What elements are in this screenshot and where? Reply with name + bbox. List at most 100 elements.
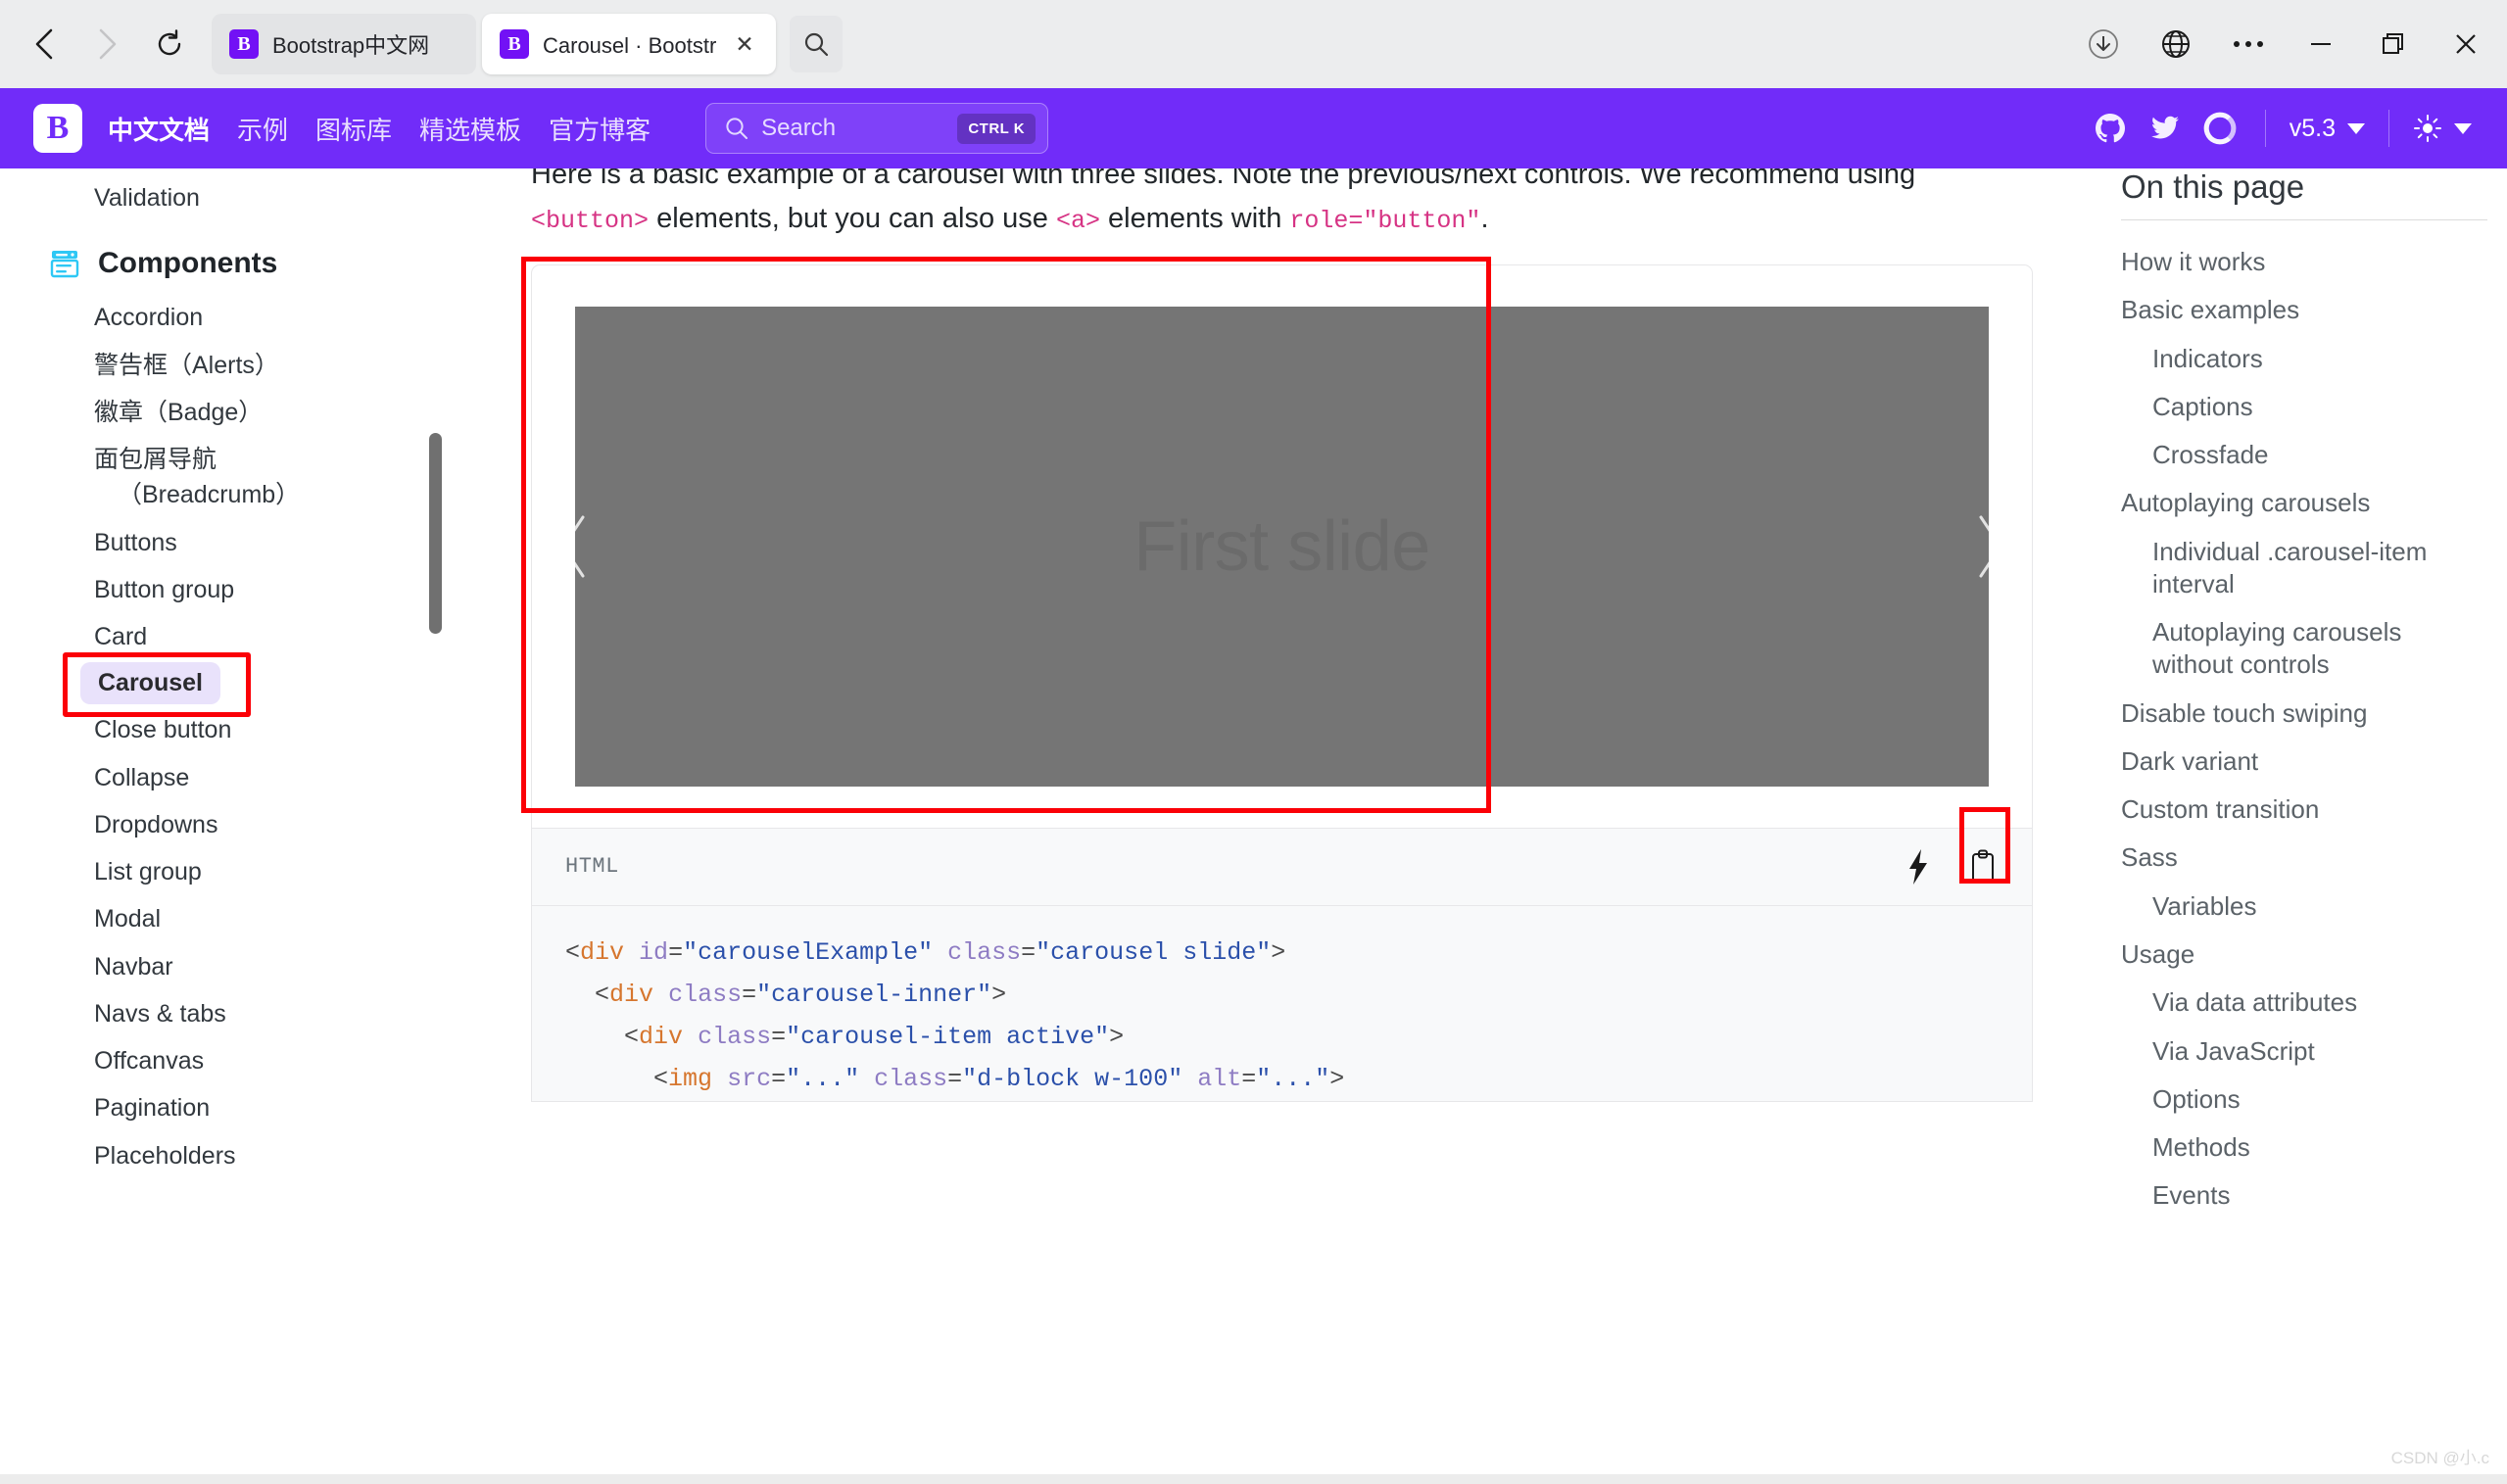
toc-item-methods[interactable]: Methods xyxy=(2121,1124,2487,1172)
intro-text-1: Here is a basic example of a carousel wi… xyxy=(531,168,1916,190)
tab-close-icon[interactable]: ✕ xyxy=(731,30,758,58)
sun-icon xyxy=(2414,115,2441,142)
sidebar-item-validation[interactable]: Validation xyxy=(0,174,490,221)
tab-search-button[interactable] xyxy=(790,16,843,72)
back-button[interactable] xyxy=(22,22,67,67)
toc-item-how-it-works[interactable]: How it works xyxy=(2121,238,2487,286)
sidebar-item-placeholders[interactable]: Placeholders xyxy=(0,1132,490,1179)
browser-tab[interactable]: B Bootstrap中文网 xyxy=(212,14,476,74)
forward-button[interactable] xyxy=(84,22,129,67)
version-selector[interactable]: v5.3 xyxy=(2284,115,2371,143)
sidebar-item-list-group[interactable]: List group xyxy=(0,848,490,895)
tab-strip: B Bootstrap中文网 B Carousel · Bootstrap v5… xyxy=(212,14,843,74)
sidebar-item-breadcrumb[interactable]: 面包屑导航 xyxy=(0,436,490,477)
toc-item-dark-variant[interactable]: Dark variant xyxy=(2121,738,2487,786)
toc-item-captions[interactable]: Captions xyxy=(2121,383,2487,431)
sidebar-item-breadcrumb-cont[interactable]: （Breadcrumb） xyxy=(0,477,490,518)
sidebar-item-badge[interactable]: 徽章（Badge） xyxy=(0,389,490,436)
bootstrap-logo-icon[interactable]: B xyxy=(33,104,82,153)
chevron-down-icon-theme xyxy=(2454,122,2472,134)
maximize-button[interactable] xyxy=(2372,23,2415,66)
sidebar-item-buttons[interactable]: Buttons xyxy=(0,519,490,566)
twitter-icon xyxy=(2150,116,2179,139)
toc-item-variables[interactable]: Variables xyxy=(2121,883,2487,931)
opencollective-link[interactable] xyxy=(2193,105,2247,152)
toc-item-indicators[interactable]: Indicators xyxy=(2121,335,2487,383)
toc-item-crossfade[interactable]: Crossfade xyxy=(2121,431,2487,479)
close-window-button[interactable] xyxy=(2444,23,2487,66)
minimize-icon xyxy=(2311,43,2331,45)
more-options-button[interactable] xyxy=(2227,23,2270,66)
carousel-next-button[interactable] xyxy=(1930,307,1989,787)
sidebar-group-components[interactable]: Components xyxy=(0,221,490,294)
browser-chrome: B Bootstrap中文网 B Carousel · Bootstrap v5… xyxy=(0,0,2507,88)
sidebar-item-accordion[interactable]: Accordion xyxy=(0,294,490,341)
toc-item-via-data-attributes[interactable]: Via data attributes xyxy=(2121,979,2487,1027)
chevron-right-icon xyxy=(99,28,117,60)
code-line: <div class="carousel-inner"> xyxy=(595,980,1007,1009)
sidebar-item-navbar[interactable]: Navbar xyxy=(0,943,490,990)
sidebar-item-button-group[interactable]: Button group xyxy=(0,566,490,613)
translate-button[interactable] xyxy=(2154,23,2197,66)
navbar-link-examples[interactable]: 示例 xyxy=(237,111,288,147)
code-edit-button[interactable] xyxy=(1899,845,1938,888)
on-this-page-nav: On this page How it works Basic examples… xyxy=(2096,168,2507,1484)
downloads-button[interactable] xyxy=(2082,23,2125,66)
sidebar-item-card[interactable]: Card xyxy=(0,613,490,660)
opencollective-icon xyxy=(2203,112,2237,145)
chevron-right-icon xyxy=(1979,515,1989,578)
sidebar-item-pagination[interactable]: Pagination xyxy=(0,1084,490,1131)
reload-button[interactable] xyxy=(147,22,192,67)
twitter-link[interactable] xyxy=(2138,105,2193,152)
toc-item-sass[interactable]: Sass xyxy=(2121,834,2487,882)
theme-selector[interactable] xyxy=(2407,114,2478,143)
github-link[interactable] xyxy=(2083,105,2138,152)
version-label: v5.3 xyxy=(2289,114,2336,142)
sidebar-item-offcanvas[interactable]: Offcanvas xyxy=(0,1037,490,1084)
code-line: <img src="..." class="d-block w-100" alt… xyxy=(653,1064,1345,1093)
carousel-widget[interactable]: First slide xyxy=(575,306,1989,787)
toc-item-via-javascript[interactable]: Via JavaScript xyxy=(2121,1028,2487,1076)
intro-paragraph: Here is a basic example of a carousel wi… xyxy=(531,168,1922,241)
toc-item-disable-touch-swiping[interactable]: Disable touch swiping xyxy=(2121,690,2487,738)
toc-item-basic-examples[interactable]: Basic examples xyxy=(2121,286,2487,334)
toc-divider xyxy=(2121,219,2487,220)
code-language-label: HTML xyxy=(565,854,619,880)
toc-item-autoplaying-carousels[interactable]: Autoplaying carousels xyxy=(2121,479,2487,527)
toc-title: On this page xyxy=(2121,168,2305,205)
minimize-button[interactable] xyxy=(2299,23,2342,66)
sidebar-scrollbar[interactable] xyxy=(429,433,442,634)
navbar-link-docs[interactable]: 中文文档 xyxy=(108,111,210,147)
window-controls xyxy=(2082,0,2487,88)
site-search[interactable]: Search CTRL K xyxy=(705,103,1049,154)
copy-code-button[interactable] xyxy=(1963,845,2002,888)
navbar-links: 中文文档 示例 图标库 精选模板 官方博客 xyxy=(108,111,651,147)
download-icon xyxy=(2089,29,2118,59)
toc-item-usage[interactable]: Usage xyxy=(2121,931,2487,979)
navbar-divider-2 xyxy=(2388,110,2389,147)
code-block[interactable]: <div id="carouselExample" class="carouse… xyxy=(531,905,2033,1102)
browser-tab-active[interactable]: B Carousel · Bootstrap v5 中文 ✕ xyxy=(482,14,776,74)
search-shortcut-badge: CTRL K xyxy=(957,113,1037,144)
chevron-left-icon xyxy=(35,28,53,60)
tab-title: Carousel · Bootstrap v5 中文 xyxy=(543,33,717,58)
toc-item-options[interactable]: Options xyxy=(2121,1076,2487,1124)
sidebar-item-navs-tabs[interactable]: Navs & tabs xyxy=(0,990,490,1037)
sidebar-item-carousel[interactable]: Carousel xyxy=(80,662,220,705)
sidebar-item-alerts[interactable]: 警告框（Alerts） xyxy=(0,342,490,389)
sidebar-item-collapse[interactable]: Collapse xyxy=(0,754,490,801)
toc-item-events[interactable]: Events xyxy=(2121,1172,2487,1220)
toc-item-autoplaying-without-controls[interactable]: Autoplaying carousels without controls xyxy=(2121,608,2487,690)
toc-item-individual-interval[interactable]: Individual .carousel-item interval xyxy=(2121,528,2487,609)
intro-code-role: role="button" xyxy=(1289,206,1481,235)
sidebar-item-close-button[interactable]: Close button xyxy=(0,706,490,753)
toc-item-custom-transition[interactable]: Custom transition xyxy=(2121,786,2487,834)
sidebar-item-dropdowns[interactable]: Dropdowns xyxy=(0,801,490,848)
navbar-link-blog[interactable]: 官方博客 xyxy=(549,111,651,147)
sidebar-item-modal[interactable]: Modal xyxy=(0,895,490,942)
navbar-link-icons[interactable]: 图标库 xyxy=(315,111,392,147)
chevron-left-icon xyxy=(575,515,585,578)
search-icon xyxy=(804,32,829,57)
carousel-prev-button[interactable] xyxy=(575,307,634,787)
navbar-link-themes[interactable]: 精选模板 xyxy=(419,111,521,147)
